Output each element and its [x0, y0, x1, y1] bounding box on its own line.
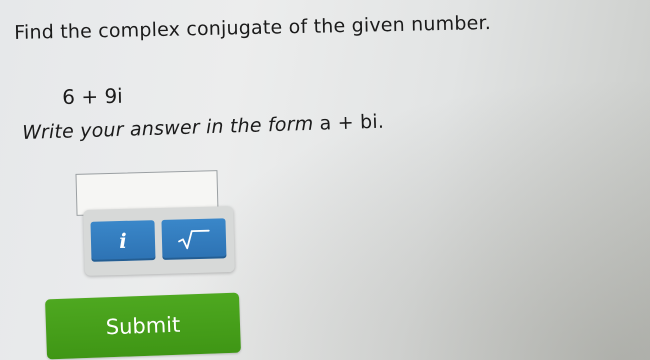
math-keypad: i [83, 206, 235, 276]
answer-form-instruction: Write your answer in the form a + bi. [22, 111, 384, 144]
question-prompt: Find the complex conjugate of the given … [14, 12, 492, 44]
instruction-form: a + bi. [319, 110, 385, 135]
instruction-lead: Write your answer in the form [22, 112, 320, 144]
submit-button[interactable]: Submit [45, 292, 241, 360]
given-number: 6 + 9i [62, 83, 123, 109]
imaginary-unit-button[interactable]: i [90, 220, 156, 262]
imaginary-unit-label: i [118, 228, 128, 254]
square-root-button[interactable] [161, 218, 227, 260]
submit-label: Submit [105, 312, 181, 340]
sqrt-icon [178, 229, 210, 250]
